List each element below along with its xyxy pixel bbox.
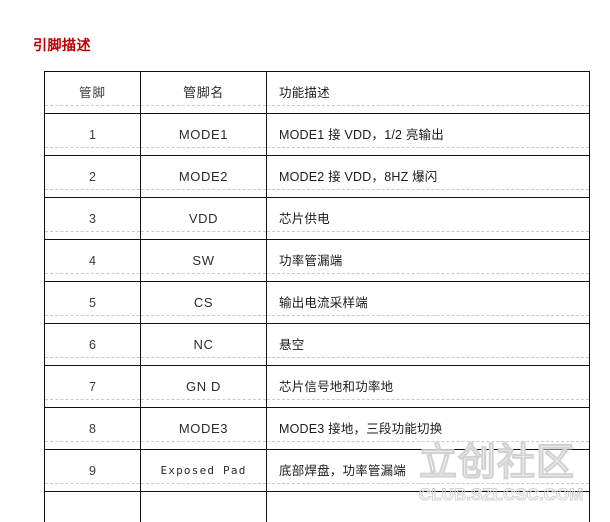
table-row: 5 CS 输出电流采样端 xyxy=(44,281,590,324)
document-page: 引脚描述 管脚 管脚名 功能描述 1 MODE1 MODE1 接 VDD，1/2… xyxy=(0,0,610,522)
cell-pin-name: VDD xyxy=(140,197,267,240)
pin-description-table-container: 管脚 管脚名 功能描述 1 MODE1 MODE1 接 VDD，1/2 亮输出 … xyxy=(44,71,590,522)
cell-function-value: 底部焊盘，功率管漏端 xyxy=(279,463,407,478)
cell-pin: 7 xyxy=(44,365,141,408)
cell-pin-name-value: SW xyxy=(192,252,215,268)
cell-pin-name: SW xyxy=(140,239,267,282)
cell-pin-value: 7 xyxy=(89,379,96,394)
cell-pin-name: NC xyxy=(140,323,267,366)
cell-pin: 2 xyxy=(44,155,141,198)
cell-function-value: 功率管漏端 xyxy=(279,253,343,268)
column-header-pin-label: 管脚 xyxy=(78,85,106,100)
cell-pin-name-value: MODE1 xyxy=(178,126,229,142)
cell-pin-name: CS xyxy=(140,281,267,324)
cell-pin-name-value: Exposed Pad xyxy=(160,463,247,477)
cell-pin-name: MODE1 xyxy=(140,113,267,156)
pin-description-table: 管脚 管脚名 功能描述 1 MODE1 MODE1 接 VDD，1/2 亮输出 … xyxy=(44,71,590,522)
cell-pin: 8 xyxy=(44,407,141,450)
column-header-function-label: 功能描述 xyxy=(279,85,330,100)
column-header-pin-name: 管脚名 xyxy=(140,71,267,114)
cell-function: 底部焊盘，功率管漏端 xyxy=(266,449,590,492)
cell-function: 芯片信号地和功率地 xyxy=(266,365,590,408)
column-header-pin: 管脚 xyxy=(44,71,141,114)
table-header-row: 管脚 管脚名 功能描述 xyxy=(44,71,590,114)
table-row: 2 MODE2 MODE2 接 VDD，8HZ 爆闪 xyxy=(44,155,590,198)
cell-pin: 9 xyxy=(44,449,141,492)
cell-function-value: 芯片信号地和功率地 xyxy=(279,379,394,394)
cell-pin xyxy=(44,491,141,522)
cell-pin-name-value: GN D xyxy=(186,378,221,394)
cell-pin: 5 xyxy=(44,281,141,324)
cell-pin-value: 5 xyxy=(89,295,96,310)
table-row-partial xyxy=(44,491,590,522)
cell-pin-value: 4 xyxy=(89,253,96,268)
cell-function-value: MODE1 接 VDD，1/2 亮输出 xyxy=(279,127,444,142)
cell-pin-name: GN D xyxy=(140,365,267,408)
column-header-function: 功能描述 xyxy=(266,71,590,114)
table-row: 1 MODE1 MODE1 接 VDD，1/2 亮输出 xyxy=(44,113,590,156)
cell-function: 输出电流采样端 xyxy=(266,281,590,324)
cell-function xyxy=(266,491,590,522)
cell-pin: 4 xyxy=(44,239,141,282)
cell-pin: 1 xyxy=(44,113,141,156)
table-row: 3 VDD 芯片供电 xyxy=(44,197,590,240)
cell-pin-name-value: CS xyxy=(193,294,214,310)
cell-pin-name: Exposed Pad xyxy=(140,449,267,492)
cell-pin: 3 xyxy=(44,197,141,240)
cell-function-value: MODE3 接地，三段功能切换 xyxy=(279,421,443,436)
table-row: 4 SW 功率管漏端 xyxy=(44,239,590,282)
cell-pin-name-value: MODE3 xyxy=(178,420,229,436)
cell-pin-name xyxy=(140,491,267,522)
page-title: 引脚描述 xyxy=(33,37,91,53)
cell-function: MODE1 接 VDD，1/2 亮输出 xyxy=(266,113,590,156)
cell-pin-name-value: MODE2 xyxy=(178,168,229,184)
cell-function: 功率管漏端 xyxy=(266,239,590,282)
cell-function: 芯片供电 xyxy=(266,197,590,240)
cell-pin: 6 xyxy=(44,323,141,366)
cell-pin-value: 9 xyxy=(89,463,96,478)
cell-pin-name: MODE2 xyxy=(140,155,267,198)
cell-pin-name-value: NC xyxy=(193,336,214,352)
cell-pin-value: 1 xyxy=(89,127,96,142)
cell-pin-value: 6 xyxy=(89,337,96,352)
table-row: 9 Exposed Pad 底部焊盘，功率管漏端 xyxy=(44,449,590,492)
cell-pin-value: 3 xyxy=(89,211,96,226)
cell-pin-value: 2 xyxy=(89,169,96,184)
table-row: 7 GN D 芯片信号地和功率地 xyxy=(44,365,590,408)
cell-function: 悬空 xyxy=(266,323,590,366)
cell-pin-name-value: VDD xyxy=(188,210,219,226)
cell-function-value: 输出电流采样端 xyxy=(279,295,368,310)
cell-function: MODE3 接地，三段功能切换 xyxy=(266,407,590,450)
cell-function-value: MODE2 接 VDD，8HZ 爆闪 xyxy=(279,169,438,184)
column-header-pin-name-label: 管脚名 xyxy=(183,84,224,100)
cell-function: MODE2 接 VDD，8HZ 爆闪 xyxy=(266,155,590,198)
cell-function-value: 悬空 xyxy=(279,337,305,352)
table-row: 6 NC 悬空 xyxy=(44,323,590,366)
table-row: 8 MODE3 MODE3 接地，三段功能切换 xyxy=(44,407,590,450)
cell-pin-value: 8 xyxy=(89,421,96,436)
cell-pin-name: MODE3 xyxy=(140,407,267,450)
cell-function-value: 芯片供电 xyxy=(279,211,330,226)
